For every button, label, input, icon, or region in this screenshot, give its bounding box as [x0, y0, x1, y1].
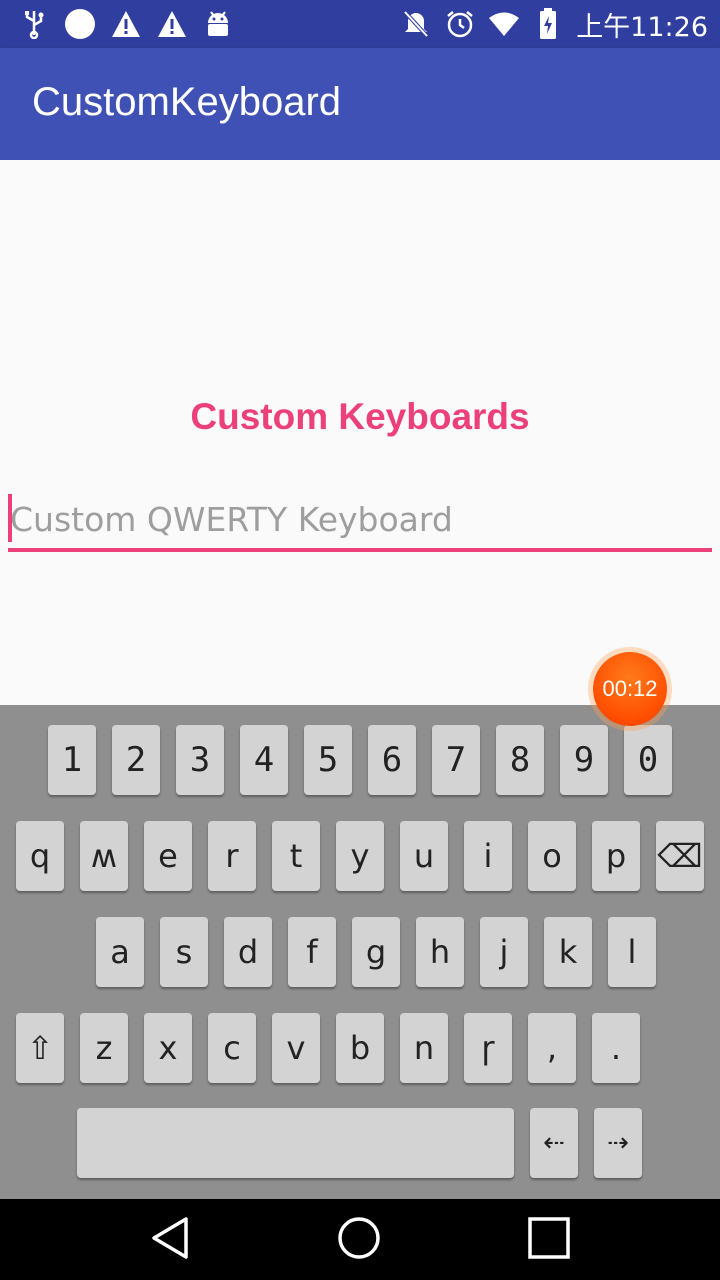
key-t[interactable]: t [272, 821, 320, 891]
key-u[interactable]: u [400, 821, 448, 891]
shift-key[interactable]: ⇧ [16, 1013, 64, 1083]
key-b[interactable]: b [336, 1013, 384, 1083]
key-e[interactable]: e [144, 821, 192, 891]
left-arrow-key[interactable]: ⇠ [530, 1108, 578, 1178]
key-period[interactable]: . [592, 1013, 640, 1083]
key-4[interactable]: 4 [240, 725, 288, 795]
back-icon [150, 1216, 190, 1264]
key-a[interactable]: a [96, 917, 144, 987]
warning-icon [110, 8, 142, 40]
key-n[interactable]: n [400, 1013, 448, 1083]
key-d[interactable]: d [224, 917, 272, 987]
recents-button[interactable] [489, 1199, 609, 1280]
backspace-key[interactable]: ⌫ [656, 821, 704, 891]
key-s[interactable]: s [160, 917, 208, 987]
back-button[interactable] [110, 1199, 230, 1280]
warning-icon [156, 8, 188, 40]
key-c[interactable]: c [208, 1013, 256, 1083]
key-x[interactable]: x [144, 1013, 192, 1083]
key-q[interactable]: q [16, 821, 64, 891]
custom-keyboard: 1 2 3 4 5 6 7 8 9 0 q ʍ e r t y u i o p … [0, 705, 720, 1199]
recording-timer-button[interactable]: 00:12 [593, 652, 667, 726]
alarm-icon [444, 8, 476, 40]
wifi-icon [488, 8, 520, 40]
navigation-bar [0, 1199, 720, 1280]
key-r[interactable]: r [208, 821, 256, 891]
key-w[interactable]: ʍ [80, 821, 128, 891]
key-y[interactable]: y [336, 821, 384, 891]
key-g[interactable]: g [352, 917, 400, 987]
page-heading: Custom Keyboards [190, 396, 530, 437]
key-i[interactable]: i [464, 821, 512, 891]
app-bar: CustomKeyboard [0, 48, 720, 160]
status-bar: 上午11:26 [0, 0, 720, 48]
key-f[interactable]: f [288, 917, 336, 987]
key-6[interactable]: 6 [368, 725, 416, 795]
mute-icon [400, 8, 432, 40]
usb-icon [18, 8, 50, 40]
key-k[interactable]: k [544, 917, 592, 987]
key-o[interactable]: o [528, 821, 576, 891]
recents-icon [527, 1216, 571, 1264]
home-icon [337, 1216, 381, 1264]
android-debug-icon [202, 8, 234, 40]
key-v[interactable]: v [272, 1013, 320, 1083]
key-2[interactable]: 2 [112, 725, 160, 795]
key-comma[interactable]: , [528, 1013, 576, 1083]
key-9[interactable]: 9 [560, 725, 608, 795]
battery-charging-icon [532, 8, 564, 40]
key-h[interactable]: h [416, 917, 464, 987]
key-m[interactable]: ɼ [464, 1013, 512, 1083]
home-button[interactable] [299, 1199, 419, 1280]
key-z[interactable]: z [80, 1013, 128, 1083]
main-content: Custom Keyboards Custom QWERTY Keyboard [0, 160, 720, 705]
circle-notification-icon [64, 8, 96, 40]
key-1[interactable]: 1 [48, 725, 96, 795]
key-l[interactable]: l [608, 917, 656, 987]
key-0[interactable]: 0 [624, 725, 672, 795]
space-key[interactable] [77, 1108, 514, 1178]
right-arrow-key[interactable]: ⇢ [594, 1108, 642, 1178]
qwerty-input-field[interactable]: Custom QWERTY Keyboard [8, 490, 712, 552]
key-5[interactable]: 5 [304, 725, 352, 795]
status-time: 上午11:26 [576, 11, 708, 43]
key-8[interactable]: 8 [496, 725, 544, 795]
input-placeholder: Custom QWERTY Keyboard [10, 500, 453, 539]
key-j[interactable]: j [480, 917, 528, 987]
app-title: CustomKeyboard [32, 80, 342, 124]
key-3[interactable]: 3 [176, 725, 224, 795]
key-p[interactable]: p [592, 821, 640, 891]
key-7[interactable]: 7 [432, 725, 480, 795]
